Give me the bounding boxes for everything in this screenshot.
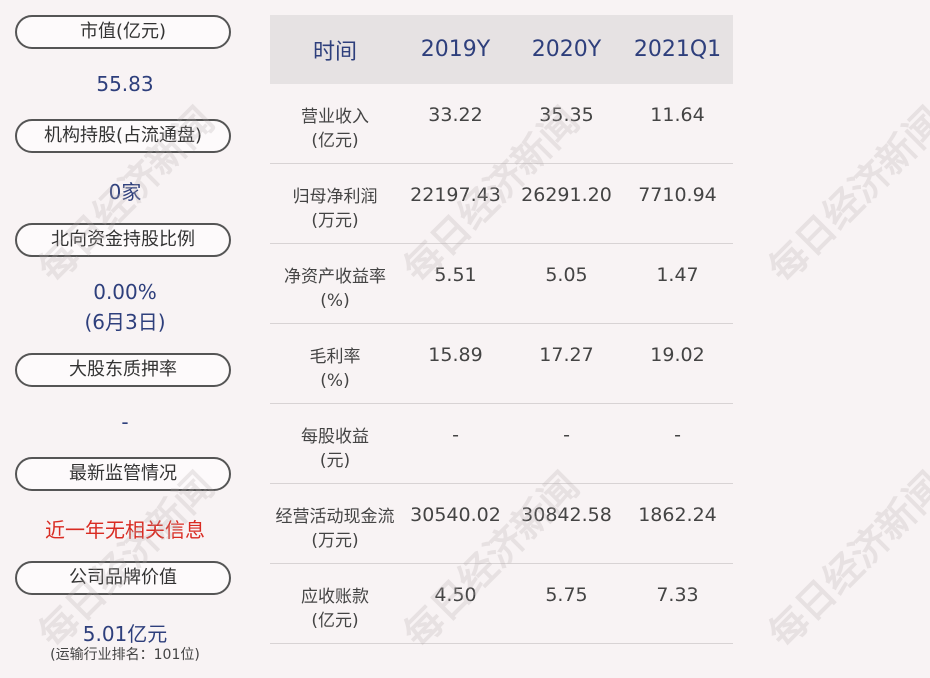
header-2020: 2020Y	[531, 37, 602, 62]
cell: 1.47	[656, 264, 699, 286]
header-2021q1: 2021Q1	[633, 37, 722, 62]
northbound-ratio-label: 北向资金持股比例	[15, 223, 231, 257]
cell: -	[563, 424, 570, 446]
watermark: 每日经济新闻	[760, 463, 930, 657]
table-header: 时间 2019Y 2020Y 2021Q1	[270, 15, 733, 84]
row-label-main: 每股收益	[301, 427, 369, 447]
table-row: 营业收入 (亿元) 33.22 35.35 11.64	[270, 84, 733, 164]
row-label-unit: (亿元)	[311, 131, 359, 151]
cell: 11.64	[650, 104, 705, 126]
cell: 4.50	[434, 584, 477, 606]
cell: 17.27	[539, 344, 594, 366]
row-label-main: 毛利率	[309, 347, 361, 367]
row-label: 归母净利润 (万元)	[270, 164, 400, 233]
row-label: 应收账款 (亿元)	[270, 564, 400, 633]
cell: 26291.20	[521, 184, 612, 206]
table-row: 净资产收益率 (%) 5.51 5.05 1.47	[270, 244, 733, 324]
brand-value-value: 5.01亿元	[82, 622, 168, 646]
row-label-unit: (亿元)	[311, 611, 359, 631]
cell: -	[452, 424, 459, 446]
row-label-unit: (万元)	[311, 531, 359, 551]
pledge-ratio-label: 大股东质押率	[15, 353, 231, 387]
row-label-unit: (元)	[319, 451, 351, 471]
regulation-value: 近一年无相关信息	[45, 518, 205, 542]
header-2019: 2019Y	[420, 37, 491, 62]
row-label-main: 营业收入	[301, 107, 369, 127]
row-label-main: 应收账款	[301, 587, 369, 607]
financial-table: 时间 2019Y 2020Y 2021Q1 营业收入 (亿元) 33.22 35.…	[270, 15, 733, 644]
cell: 7.33	[656, 584, 699, 606]
row-label-main: 经营活动现金流	[275, 507, 395, 527]
pledge-ratio-value: -	[121, 410, 129, 434]
table-row: 经营活动现金流 (万元) 30540.02 30842.58 1862.24	[270, 484, 733, 564]
northbound-ratio-value: 0.00%	[93, 280, 157, 304]
cell: 33.22	[428, 104, 483, 126]
cell: 30842.58	[521, 504, 612, 526]
cell: 19.02	[650, 344, 705, 366]
cell: 35.35	[539, 104, 594, 126]
cell: 15.89	[428, 344, 483, 366]
table-row: 每股收益 (元) - - -	[270, 404, 733, 484]
brand-value-rank: (运输行业排名：101位)	[50, 647, 200, 663]
header-time: 时间	[312, 39, 357, 65]
market-cap-label: 市值(亿元)	[15, 15, 231, 49]
northbound-ratio-date: (6月3日)	[84, 310, 166, 334]
row-label: 经营活动现金流 (万元)	[270, 484, 400, 553]
row-label-main: 净资产收益率	[284, 267, 386, 287]
cell: 30540.02	[410, 504, 501, 526]
institutional-holding-value: 0家	[108, 180, 142, 204]
regulation-label: 最新监管情况	[15, 457, 231, 491]
brand-value-label: 公司品牌价值	[15, 561, 231, 595]
institutional-holding-label: 机构持股(占流通盘)	[15, 119, 231, 153]
row-label: 营业收入 (亿元)	[270, 84, 400, 153]
cell: 1862.24	[638, 504, 717, 526]
row-label: 净资产收益率 (%)	[270, 244, 400, 313]
row-label-unit: (万元)	[311, 211, 359, 231]
table-row: 归母净利润 (万元) 22197.43 26291.20 7710.94	[270, 164, 733, 244]
row-label-unit: (%)	[320, 371, 350, 391]
row-label: 毛利率 (%)	[270, 324, 400, 393]
cell: 5.51	[434, 264, 477, 286]
table-row: 毛利率 (%) 15.89 17.27 19.02	[270, 324, 733, 404]
cell: 5.05	[545, 264, 588, 286]
left-panel: 市值(亿元) 55.83 机构持股(占流通盘) 0家 北向资金持股比例 0.00…	[0, 0, 250, 678]
cell: 5.75	[545, 584, 588, 606]
cell: 7710.94	[638, 184, 717, 206]
market-cap-value: 55.83	[96, 72, 154, 96]
row-label-main: 归母净利润	[292, 187, 378, 207]
cell: -	[674, 424, 681, 446]
table-row: 应收账款 (亿元) 4.50 5.75 7.33	[270, 564, 733, 644]
watermark: 每日经济新闻	[760, 98, 930, 292]
cell: 22197.43	[410, 184, 501, 206]
row-label-unit: (%)	[320, 291, 350, 311]
row-label: 每股收益 (元)	[270, 404, 400, 473]
